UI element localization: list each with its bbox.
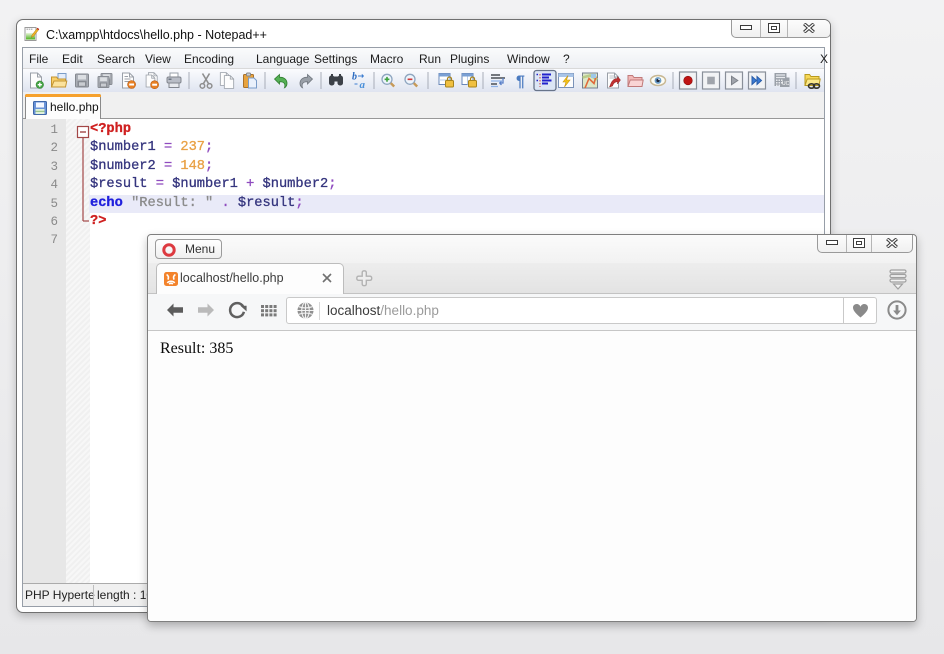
svg-text:¶: ¶ (516, 74, 525, 91)
svg-text:UC: UC (782, 81, 790, 87)
svg-text:b: b (352, 72, 357, 83)
svg-text:a: a (360, 79, 366, 91)
